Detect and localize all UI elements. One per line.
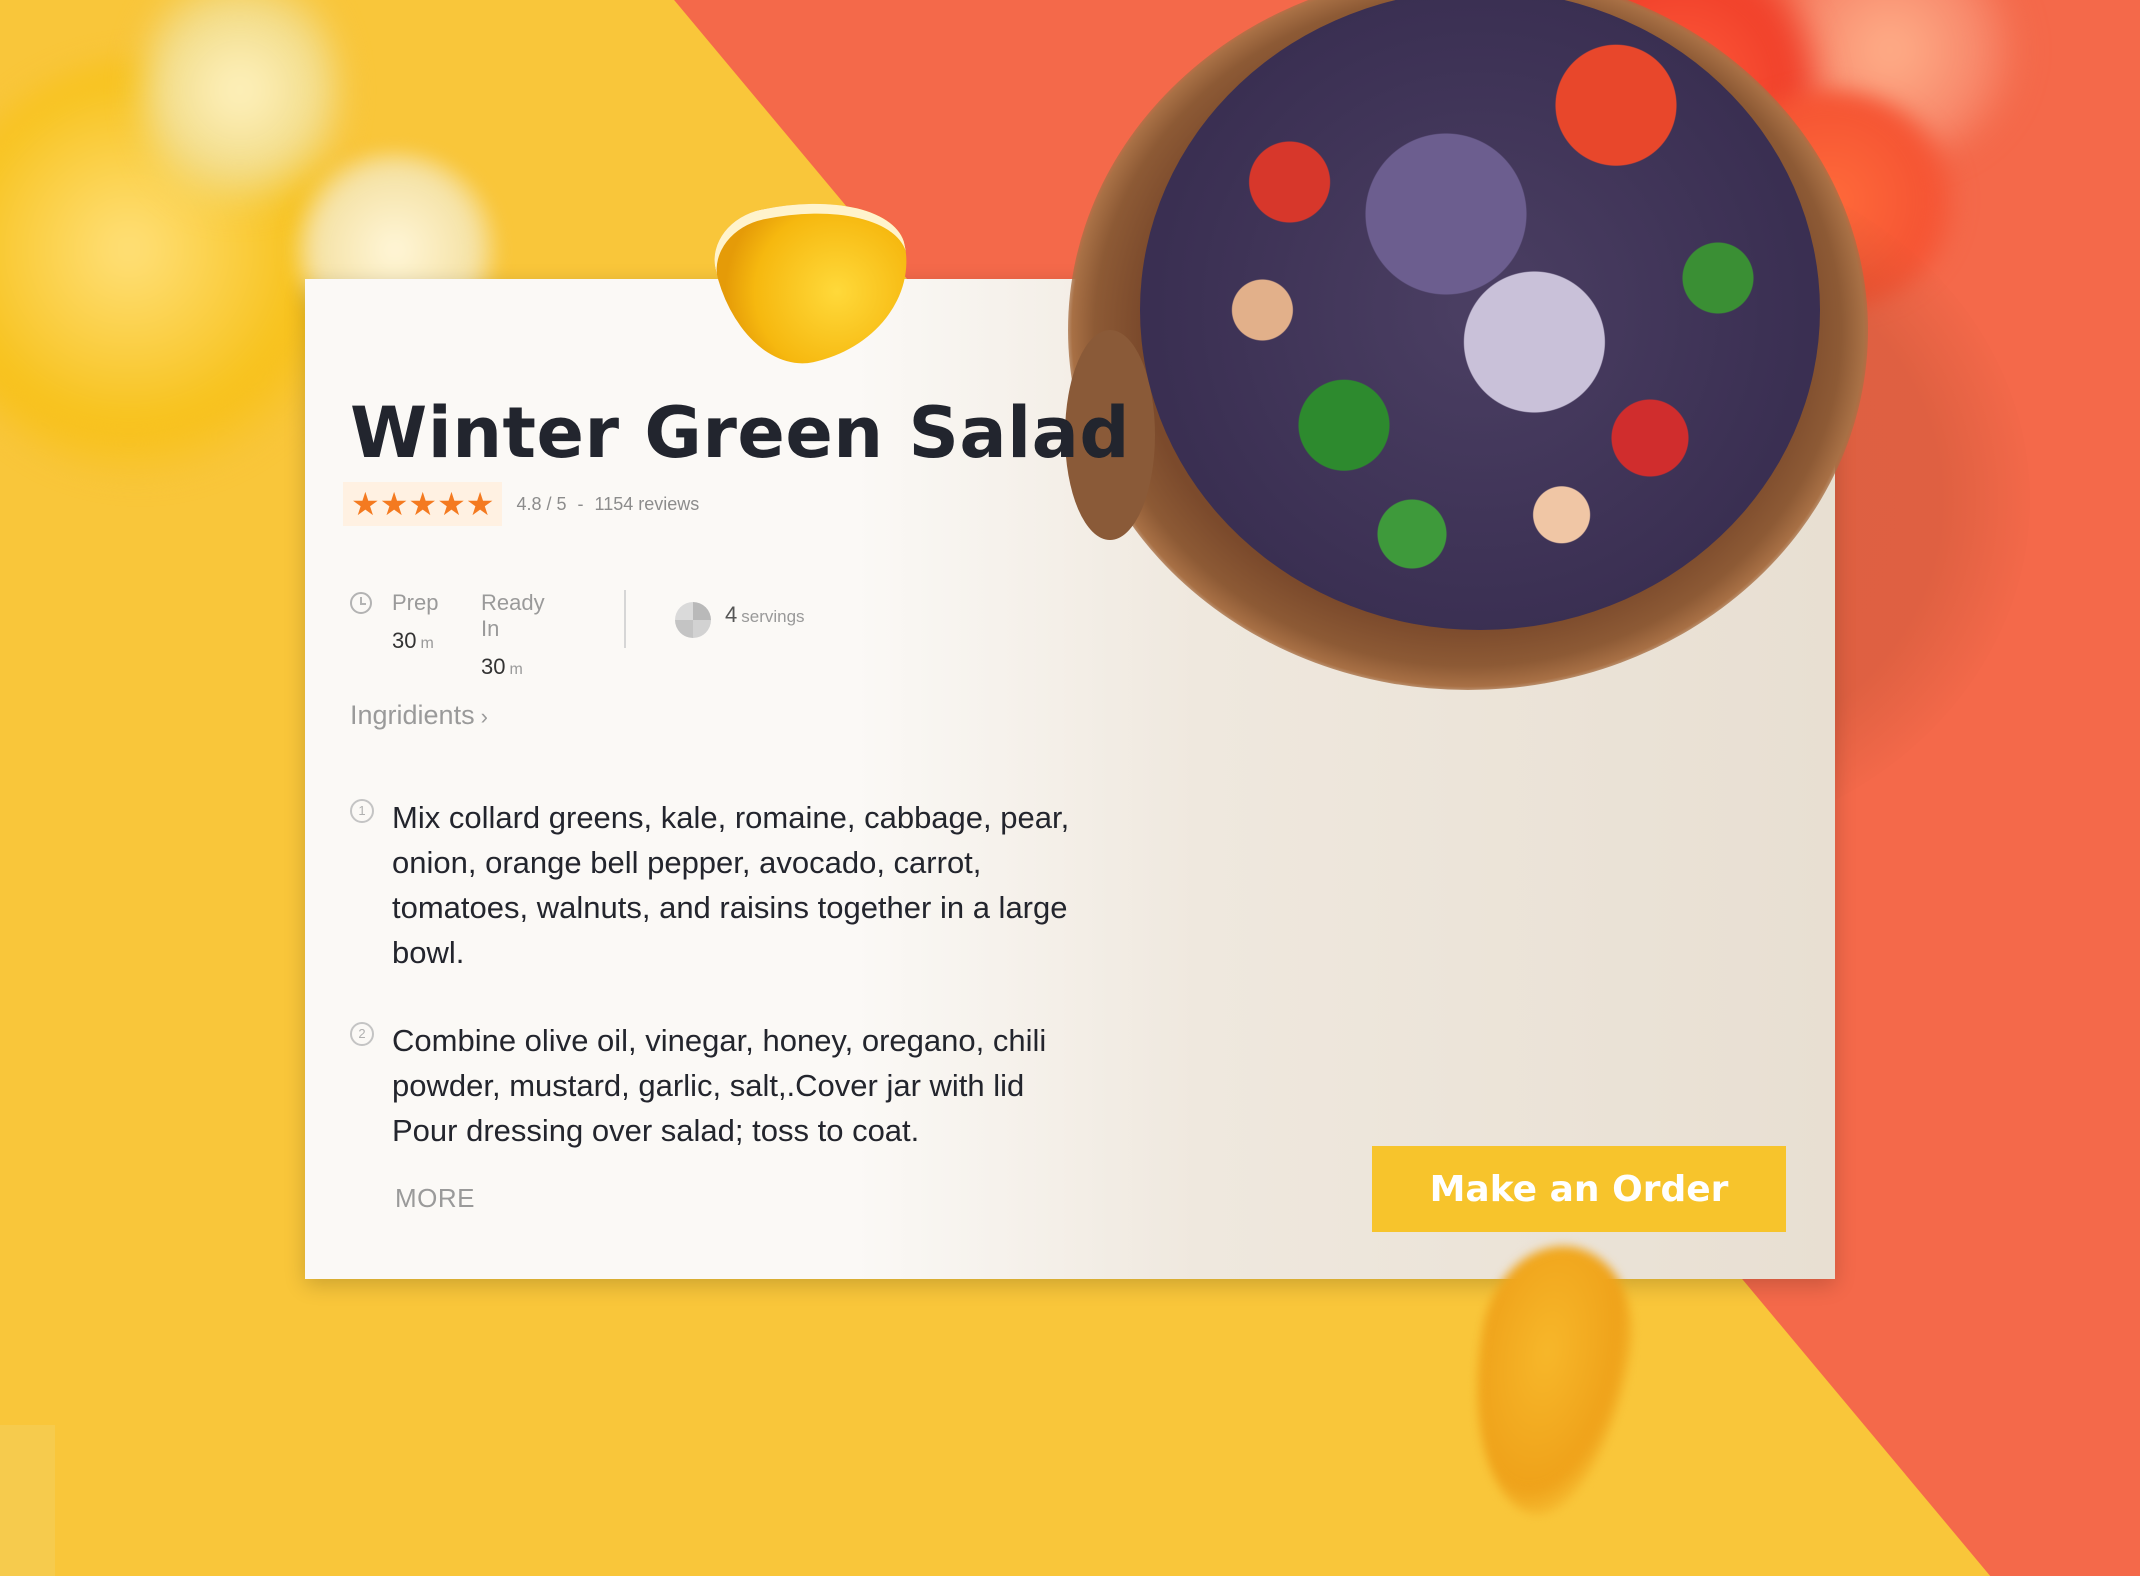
make-order-button[interactable]: Make an Order [1372,1146,1786,1232]
servings-unit: servings [741,607,805,626]
review-count[interactable]: 1154 reviews [595,494,700,514]
ingredients-label: Ingridients [350,700,475,730]
step-number: 1 [350,799,374,823]
prep-value: 30 [392,628,417,653]
prep-label: Prep [392,590,439,615]
instruction-step: 1 Mix collard greens, kale, romaine, cab… [350,795,1090,975]
rating: ★★★★★ 4.8 / 5 - 1154 reviews [343,481,705,527]
ready-time: Ready In 30 m [481,590,545,680]
ingredients-link[interactable]: Ingridients › [350,700,488,731]
instruction-step: 2 Combine olive oil, vinegar, honey, ore… [350,1018,1090,1153]
more-link[interactable]: MORE [395,1183,475,1214]
chevron-right-icon: › [480,704,488,729]
servings-value: 4 [725,602,738,627]
step-text: Mix collard greens, kale, romaine, cabba… [392,800,1070,970]
prep-time: Prep 30 m [392,590,438,654]
servings: 4 servings [725,602,805,628]
servings-pie-icon [675,602,711,638]
rating-stars: ★★★★★ [343,482,503,526]
meta-divider [624,590,626,648]
prep-unit: m [420,635,434,652]
recipe-title: Winter Green Salad [350,392,1130,474]
rating-separator: - [577,493,584,514]
prep-value-row: 30 m [392,628,438,654]
ready-label: Ready In [481,590,545,641]
ready-value-row: 30 m [481,654,545,680]
step-number: 2 [350,1022,374,1046]
ready-value: 30 [481,654,506,679]
corner-decoration [0,1425,55,1576]
salad-image [1140,0,1820,630]
rating-score: 4.8 / 5 [516,493,567,514]
step-text: Combine olive oil, vinegar, honey, orega… [392,1023,1047,1148]
ready-unit: m [509,661,523,678]
clock-icon [350,592,372,614]
rating-summary: 4.8 / 5 - 1154 reviews [516,494,705,515]
